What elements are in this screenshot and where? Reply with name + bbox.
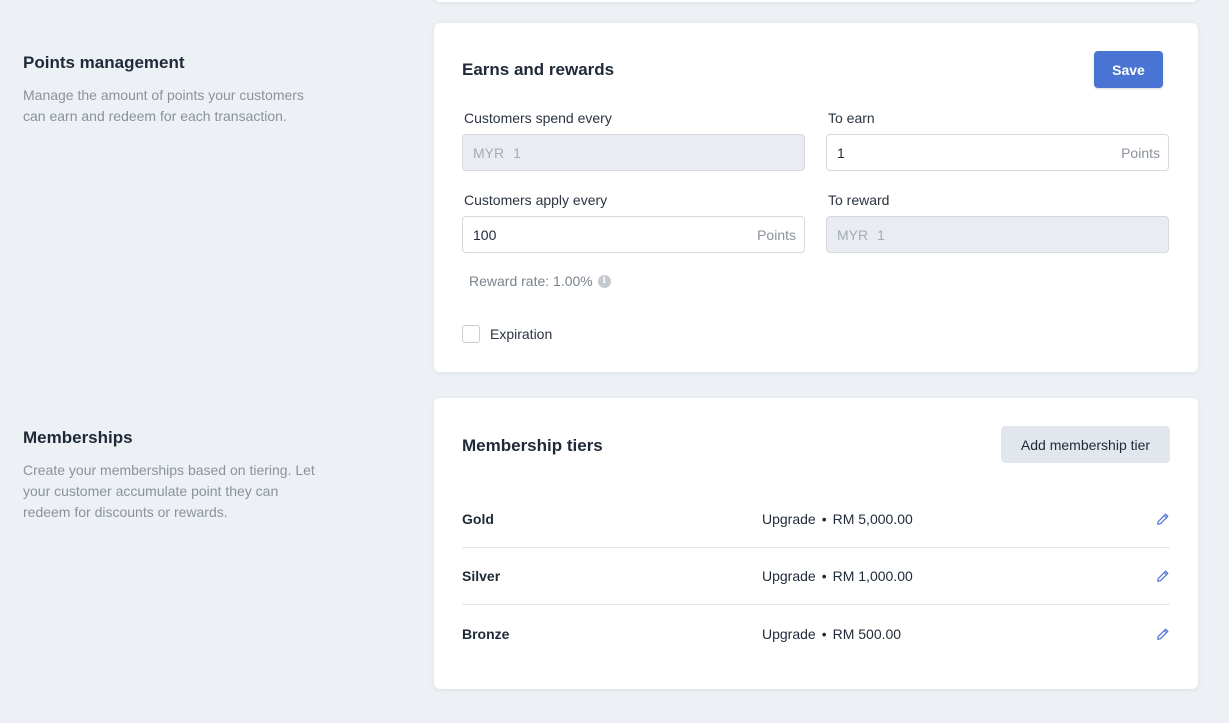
reward-rate-text: Reward rate: 1.00% — [469, 273, 593, 289]
tier-row-silver: Silver Upgrade • RM 1,000.00 — [462, 548, 1170, 605]
apply-label: Customers apply every — [464, 192, 608, 208]
tier-separator: • — [821, 568, 827, 584]
tier-name: Bronze — [462, 625, 510, 642]
tier-upgrade-info: Upgrade • RM 500.00 — [762, 626, 1156, 642]
add-membership-tier-button[interactable]: Add membership tier — [1001, 426, 1170, 463]
expiration-checkbox[interactable] — [462, 325, 480, 343]
tier-action: Upgrade — [762, 568, 816, 584]
tier-action: Upgrade — [762, 511, 816, 527]
reward-label: To reward — [828, 192, 890, 208]
tier-name: Gold — [462, 511, 494, 527]
apply-unit: Points — [757, 226, 796, 243]
spend-currency: MYR — [473, 144, 505, 161]
apply-input[interactable]: 100 Points — [462, 216, 805, 253]
points-section-title: Points management — [23, 53, 185, 72]
spend-label: Customers spend every — [464, 110, 612, 126]
tiers-card-title: Membership tiers — [462, 436, 603, 455]
spend-value: 1 — [513, 144, 521, 161]
tier-action: Upgrade — [762, 625, 816, 642]
earn-value: 1 — [837, 144, 845, 161]
tier-upgrade-info: Upgrade • RM 5,000.00 — [762, 511, 1156, 527]
reward-currency: MYR — [837, 226, 869, 243]
tier-amount: RM 5,000.00 — [832, 511, 913, 527]
spend-field: MYR 1 — [462, 134, 805, 171]
memberships-section-title: Memberships — [23, 428, 133, 447]
expiration-row[interactable]: Expiration — [462, 325, 552, 343]
tier-upgrade-info: Upgrade • RM 1,000.00 — [762, 568, 1156, 584]
expiration-label: Expiration — [490, 326, 553, 342]
tier-amount: RM 500.00 — [832, 625, 902, 642]
edit-icon[interactable] — [1156, 512, 1170, 526]
edit-icon[interactable] — [1156, 627, 1170, 641]
membership-tiers-card: Membership tiers Add membership tier Gol… — [434, 398, 1198, 689]
reward-field: MYR 1 — [826, 216, 1169, 253]
tier-row-bronze: Bronze Upgrade • RM 500.00 — [462, 605, 1170, 662]
earn-unit: Points — [1121, 144, 1160, 161]
tier-amount: RM 1,000.00 — [832, 568, 913, 584]
previous-card-edge — [434, 0, 1198, 2]
info-icon[interactable]: i — [597, 274, 611, 288]
tier-separator: • — [821, 625, 827, 642]
reward-rate: Reward rate: 1.00% i — [469, 273, 611, 289]
earn-label: To earn — [828, 110, 875, 126]
tier-separator: • — [821, 511, 827, 527]
reward-value: 1 — [877, 226, 885, 243]
earn-input[interactable]: 1 Points — [826, 134, 1169, 171]
edit-icon[interactable] — [1156, 569, 1170, 583]
memberships-section-description: Create your memberships based on tiering… — [23, 462, 315, 520]
apply-value: 100 — [473, 226, 497, 243]
points-section-description: Manage the amount of points your custome… — [23, 87, 304, 124]
earns-rewards-card: Earns and rewards Save Customers spend e… — [434, 23, 1198, 372]
tier-row-gold: Gold Upgrade • RM 5,000.00 — [462, 491, 1170, 548]
earns-card-title: Earns and rewards — [462, 60, 615, 79]
save-button[interactable]: Save — [1094, 51, 1163, 88]
tier-name: Silver — [462, 568, 501, 584]
